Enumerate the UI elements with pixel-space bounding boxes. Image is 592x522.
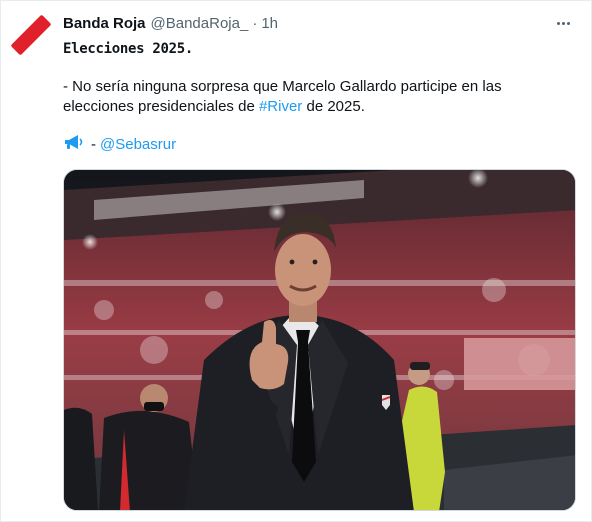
author-handle[interactable]: @BandaRoja_ [151,15,249,32]
hashtag-link[interactable]: #River [259,98,302,115]
ellipsis-icon[interactable] [553,13,573,33]
credit-separator: - [91,136,96,153]
tweet-title: Elecciones 2025. [63,41,194,57]
tweet-photo[interactable] [63,169,576,511]
tweet-text: - No sería ninguna sorpresa que Marcelo … [63,77,575,117]
megaphone-icon [63,134,85,156]
tweet-text-end: de 2025. [302,98,365,115]
header-separator: · [252,14,258,32]
tweet-header: Banda Roja @BandaRoja_ · 1h [63,13,278,33]
mention-link[interactable]: @Sebasrur [100,135,176,155]
red-stripe-logo-icon[interactable] [11,15,51,55]
tweet-body: Elecciones 2025. - No sería ninguna sorp… [63,39,575,155]
tweet-timestamp[interactable]: 1h [261,15,278,32]
tweet-card[interactable]: Banda Roja @BandaRoja_ · 1h Elecciones 2… [0,0,592,522]
author-name[interactable]: Banda Roja [63,15,146,32]
credit-line: - @Sebasrur [63,135,575,155]
